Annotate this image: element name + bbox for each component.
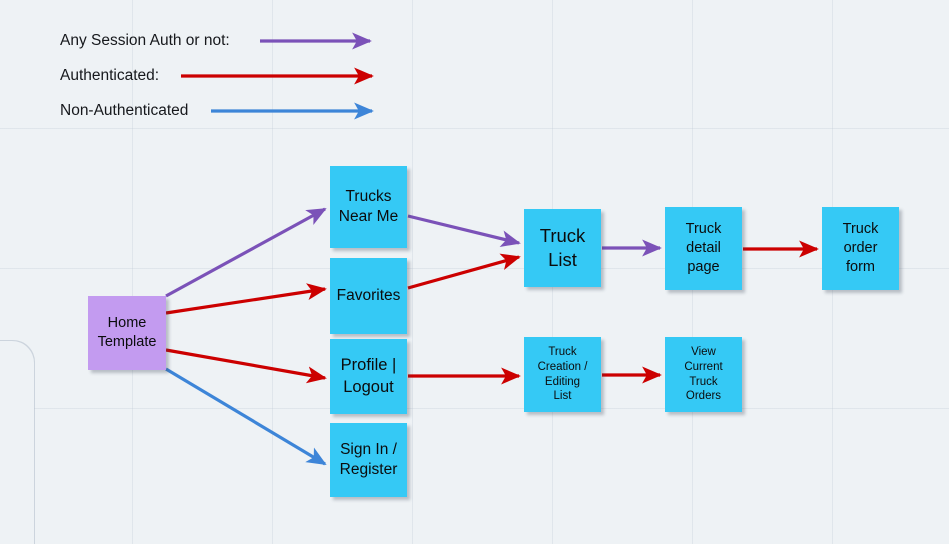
diagram-canvas: Any Session Auth or not: Authenticated: No… xyxy=(0,0,949,544)
legend-label-0: Any Session Auth or not: xyxy=(60,32,230,49)
node-truck-order-form[interactable]: Truck order form xyxy=(822,207,899,290)
edge-home-to-sign-in-register xyxy=(165,367,327,466)
node-home-template[interactable]: Home Template xyxy=(88,296,166,370)
node-profile-logout[interactable]: Profile | Logout xyxy=(330,339,407,414)
edge-favorites-to-truck-list xyxy=(407,253,521,290)
node-trucks-near-me[interactable]: Trucks Near Me xyxy=(330,166,407,248)
edge-home-to-profile-logout xyxy=(165,348,327,384)
legend-label-1: Authenticated: xyxy=(60,67,160,84)
node-truck-list[interactable]: Truck List xyxy=(524,209,601,287)
node-favorites[interactable]: Favorites xyxy=(330,258,407,334)
edge-trucks-near-me-to-truck-list xyxy=(407,214,521,248)
node-sign-in-register[interactable]: Sign In / Register xyxy=(330,423,407,497)
legend-label-2: Non-Authenticated xyxy=(60,102,189,119)
node-truck-creation-editing-list[interactable]: Truck Creation / Editing List xyxy=(524,337,601,412)
edge-home-to-favorites xyxy=(165,283,327,315)
legend-lines xyxy=(181,32,374,120)
node-truck-detail-page[interactable]: Truck detail page xyxy=(665,207,742,290)
edge-home-to-trucks-near-me xyxy=(165,207,327,298)
node-view-current-truck-orders[interactable]: View Current Truck Orders xyxy=(665,337,742,412)
